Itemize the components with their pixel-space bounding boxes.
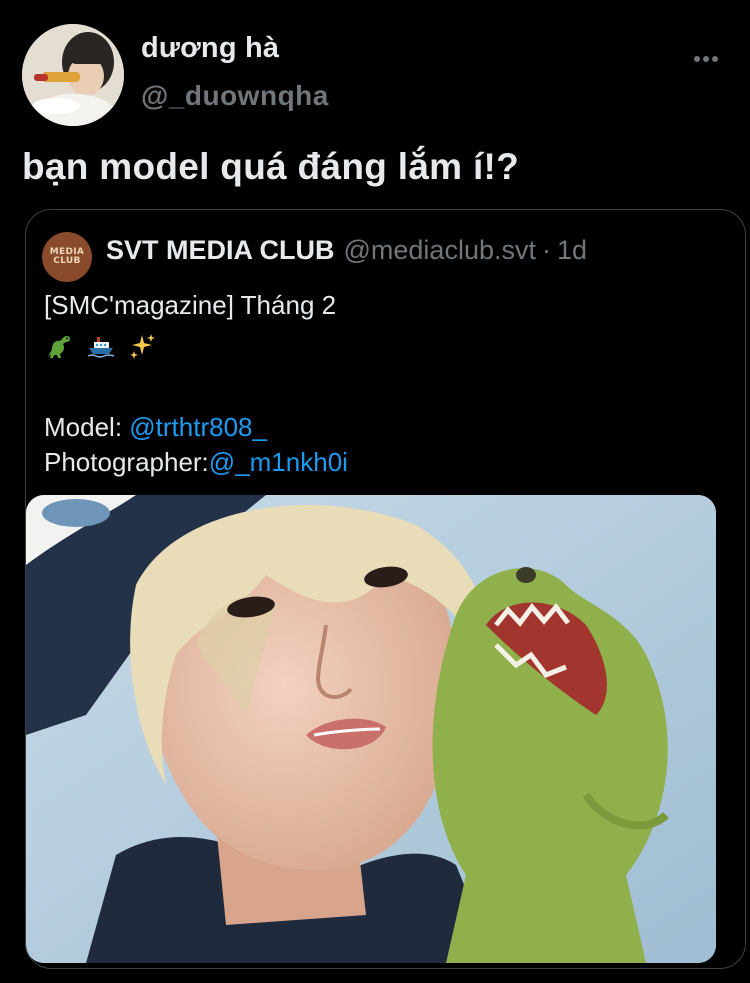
quoted-display-name[interactable]: SVT MEDIA CLUB bbox=[106, 235, 335, 266]
photo-portrait-with-dinosaur-plush[interactable] bbox=[26, 495, 716, 963]
model-line: Model: @trthtr808_ bbox=[44, 410, 348, 445]
ship-icon bbox=[86, 331, 116, 361]
display-name[interactable]: dương hà bbox=[141, 32, 279, 65]
quoted-handle[interactable]: @mediaclub.svt bbox=[344, 235, 536, 266]
quoted-avatar-logo-text-2: CLUB bbox=[53, 256, 81, 266]
quoted-title: [SMC'magazine] Tháng 2 bbox=[44, 290, 337, 320]
quoted-tweet-body: [SMC'magazine] Tháng 2 Model: @trthtr808… bbox=[44, 288, 348, 480]
sparkles-icon bbox=[128, 331, 158, 361]
quoted-avatar[interactable]: MEDIA CLUB bbox=[42, 232, 92, 282]
quoted-tweet-header: SVT MEDIA CLUB @mediaclub.svt · 1d bbox=[106, 235, 587, 266]
emoji-row bbox=[44, 323, 348, 369]
dinosaur-icon bbox=[44, 331, 74, 361]
avatar[interactable] bbox=[22, 24, 124, 126]
more-options-button[interactable] bbox=[686, 44, 726, 74]
timestamp[interactable]: 1d bbox=[557, 235, 587, 266]
tweet: dương hà @_duownqha bạn model quá đáng l… bbox=[0, 0, 750, 983]
tweet-text: bạn model quá đáng lắm í!? bbox=[22, 146, 520, 187]
user-handle[interactable]: @_duownqha bbox=[141, 80, 329, 112]
more-horizontal-icon bbox=[693, 55, 719, 63]
model-mention-link[interactable]: @trthtr808_ bbox=[129, 412, 267, 442]
photographer-line: Photographer:@_m1nkh0i bbox=[44, 445, 348, 480]
photographer-label: Photographer: bbox=[44, 447, 209, 477]
quoted-tweet-card[interactable]: MEDIA CLUB SVT MEDIA CLUB @mediaclub.svt… bbox=[25, 209, 746, 969]
photographer-mention-link[interactable]: @_m1nkh0i bbox=[209, 447, 348, 477]
separator-dot: · bbox=[541, 235, 551, 265]
model-label: Model: bbox=[44, 412, 130, 442]
